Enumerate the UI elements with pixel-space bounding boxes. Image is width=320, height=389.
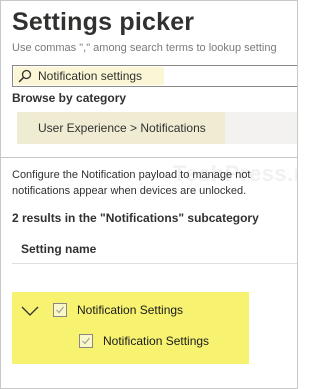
setting-name: Notification Settings bbox=[103, 334, 210, 348]
table-row[interactable]: Notification Settings bbox=[21, 300, 183, 320]
category-selector[interactable]: User Experience > Notifications bbox=[17, 112, 297, 144]
table-row[interactable]: Notification Settings bbox=[79, 331, 209, 351]
page-title: Settings picker bbox=[12, 8, 195, 36]
search-input[interactable]: Notification settings bbox=[12, 65, 297, 87]
section-divider bbox=[1, 157, 297, 158]
results-summary: 2 results in the "Notifications" subcate… bbox=[12, 211, 259, 225]
chevron-down-icon[interactable] bbox=[21, 304, 39, 316]
setting-name-column-header[interactable]: Setting name bbox=[21, 242, 96, 256]
description-line-2: notifications appear when devices are un… bbox=[12, 185, 247, 197]
setting-checkbox[interactable] bbox=[53, 303, 67, 317]
header-divider bbox=[12, 263, 297, 264]
search-hint: Use commas "," among search terms to loo… bbox=[12, 42, 277, 54]
setting-checkbox[interactable] bbox=[79, 334, 93, 348]
category-description: Configure the Notification payload to ma… bbox=[12, 167, 297, 199]
setting-name: Notification Settings bbox=[77, 303, 184, 317]
settings-picker-panel: Settings picker Use commas "," among sea… bbox=[0, 0, 298, 389]
browse-by-category-label: Browse by category bbox=[12, 91, 127, 105]
description-line-1: Configure the Notification payload to ma… bbox=[12, 169, 251, 181]
selected-category: User Experience > Notifications bbox=[38, 121, 206, 135]
search-input-value: Notification settings bbox=[38, 69, 143, 83]
search-icon bbox=[18, 69, 32, 83]
